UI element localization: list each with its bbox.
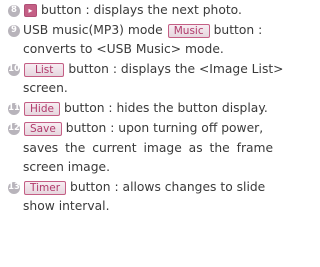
item-8: 8 ▸ button : displays the next photo. — [8, 1, 242, 20]
number-badge: 12 — [8, 122, 20, 135]
item-text: button : displays the <Image List> — [68, 62, 284, 76]
number-badge: 11 — [8, 102, 20, 115]
item-13-continuation: show interval. — [23, 197, 109, 216]
number-badge: 10 — [8, 63, 20, 76]
item-9-continuation: converts to <USB Music> mode. — [23, 40, 224, 59]
item-text: converts to <USB Music> mode. — [23, 42, 224, 56]
item-10-continuation: screen. — [23, 79, 68, 98]
manual-page: 8 ▸ button : displays the next photo. 9 … — [0, 0, 311, 267]
item-text: button : displays the next photo. — [41, 3, 242, 17]
item-12-continuation: saves the current image as the frame — [23, 139, 273, 158]
item-12: 12 Save button : upon turning off power, — [8, 119, 263, 138]
item-13: 13 Timer button : allows changes to slid… — [8, 178, 265, 197]
item-text-before: USB music(MP3) mode — [23, 23, 163, 37]
item-12-continuation: screen image. — [23, 158, 110, 177]
number-badge: 9 — [8, 24, 20, 37]
number-badge: 8 — [8, 4, 20, 17]
timer-button-icon: Timer — [24, 180, 67, 195]
item-11: 11 Hide button : hides the button displa… — [8, 99, 268, 118]
item-text: button : hides the button display. — [63, 101, 268, 115]
item-text: screen image. — [23, 160, 110, 174]
item-text: screen. — [23, 81, 68, 95]
item-text: show interval. — [23, 199, 110, 213]
next-photo-button-icon: ▸ — [24, 4, 37, 17]
item-text: saves the current image as the frame — [23, 141, 274, 155]
item-text: button : — [213, 23, 263, 37]
save-button-icon: Save — [24, 121, 62, 136]
music-button-icon: Music — [167, 23, 210, 38]
hide-button-icon: Hide — [24, 101, 60, 116]
item-text: button : upon turning off power, — [65, 121, 264, 135]
item-10: 10 List button : displays the <Image Lis… — [8, 60, 283, 79]
number-badge: 13 — [8, 181, 20, 194]
item-text: button : allows changes to slide — [70, 180, 266, 194]
list-button-icon: List — [24, 62, 65, 77]
item-9: 9 USB music(MP3) mode Music button : — [8, 21, 262, 40]
